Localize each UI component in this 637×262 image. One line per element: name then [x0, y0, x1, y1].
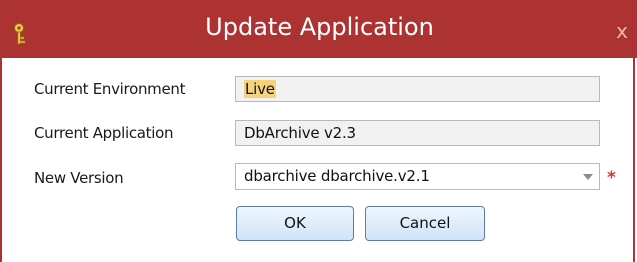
- environment-label: Current Environment: [34, 80, 186, 98]
- chevron-down-icon[interactable]: [583, 174, 593, 180]
- new-version-select[interactable]: dbarchive dbarchive.v2.1: [235, 163, 600, 190]
- new-version-value: dbarchive dbarchive.v2.1: [244, 167, 430, 185]
- dialog-title: Update Application: [205, 13, 434, 41]
- ok-button[interactable]: OK: [236, 206, 354, 241]
- close-icon[interactable]: x: [613, 21, 631, 41]
- new-version-label: New Version: [34, 169, 124, 187]
- cancel-button[interactable]: Cancel: [365, 206, 485, 241]
- title-bar[interactable]: Update Application x: [2, 0, 637, 58]
- application-label: Current Application: [34, 124, 174, 142]
- update-application-dialog: Update Application x Current Environment…: [0, 0, 637, 262]
- environment-value: Live: [244, 80, 276, 98]
- application-field: DbArchive v2.3: [235, 120, 600, 146]
- required-marker: *: [607, 168, 616, 188]
- environment-field: Live: [235, 76, 600, 102]
